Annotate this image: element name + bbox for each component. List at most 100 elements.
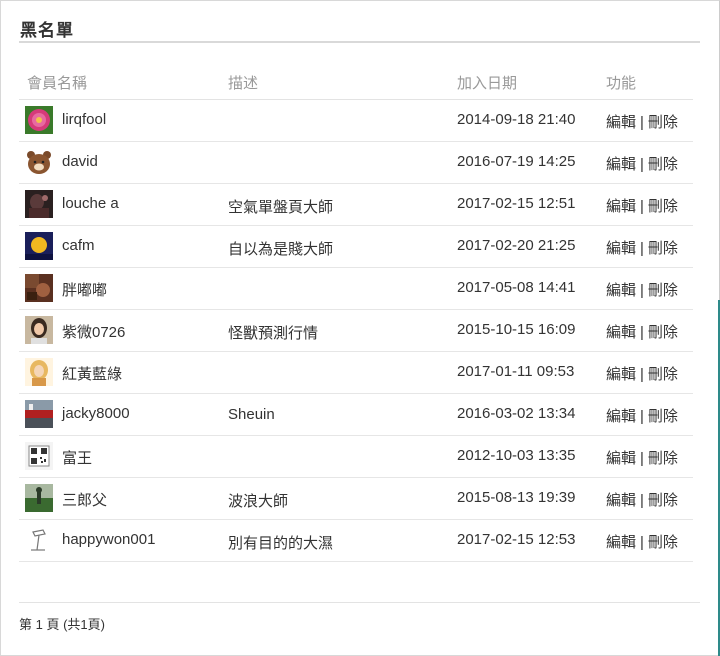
member-name[interactable]: 紅黃藍綠	[62, 363, 122, 384]
pagination-info: 第 1 頁 (共1頁)	[19, 617, 105, 632]
member-name[interactable]: david	[62, 153, 98, 170]
lamp-sketch-avatar[interactable]	[25, 526, 53, 554]
delete-link[interactable]: 刪除	[648, 492, 678, 509]
row-actions: 編輯 | 刪除	[606, 405, 678, 426]
join-date: 2017-05-08 14:41	[457, 279, 576, 296]
row-actions: 編輯 | 刪除	[606, 111, 678, 132]
table-row: louche a 空氣單盤頁大師 2017-02-15 12:51 編輯 | 刪除	[19, 184, 693, 226]
blonde-figure-avatar[interactable]	[25, 358, 53, 386]
member-name[interactable]: 紫微0726	[62, 321, 125, 342]
join-date: 2015-10-15 16:09	[457, 321, 576, 338]
red-street-avatar[interactable]	[25, 400, 53, 428]
action-separator: |	[640, 114, 644, 131]
action-separator: |	[640, 282, 644, 299]
row-actions: 編輯 | 刪除	[606, 447, 678, 468]
action-separator: |	[640, 534, 644, 551]
dark-photo-avatar[interactable]	[25, 190, 53, 218]
edit-link[interactable]: 編輯	[606, 114, 636, 131]
join-date: 2016-07-19 14:25	[457, 153, 576, 170]
night-moon-avatar[interactable]	[25, 232, 53, 260]
delete-link[interactable]: 刪除	[648, 198, 678, 215]
join-date: 2012-10-03 13:35	[457, 447, 576, 464]
table-row: david 2016-07-19 14:25 編輯 | 刪除	[19, 142, 693, 184]
row-actions: 編輯 | 刪除	[606, 153, 678, 174]
qrcode-avatar[interactable]	[25, 442, 53, 470]
action-separator: |	[640, 198, 644, 215]
header-join-date: 加入日期	[457, 75, 518, 92]
member-name[interactable]: louche a	[62, 195, 119, 212]
green-field-avatar[interactable]	[25, 484, 53, 512]
join-date: 2017-01-11 09:53	[457, 363, 575, 380]
delete-link[interactable]: 刪除	[648, 240, 678, 257]
pink-flower-avatar[interactable]	[25, 106, 53, 134]
delete-link[interactable]: 刪除	[648, 366, 678, 383]
header-description: 描述	[228, 75, 259, 92]
member-name[interactable]: 胖嘟嘟	[62, 279, 107, 300]
delete-link[interactable]: 刪除	[648, 534, 678, 551]
blacklist-table: lirqfool 2014-09-18 21:40 編輯 | 刪除 david 20…	[19, 100, 693, 562]
member-description: 別有目的的大濕	[228, 535, 334, 552]
table-row: 紫微0726 怪獸預測行情 2015-10-15 16:09 編輯 | 刪除	[19, 310, 693, 352]
member-name[interactable]: 三郎父	[62, 489, 107, 510]
delete-link[interactable]: 刪除	[648, 450, 678, 467]
member-description: 自以為是賤大師	[228, 241, 334, 258]
delete-link[interactable]: 刪除	[648, 156, 678, 173]
member-description: Sheuin	[228, 406, 275, 423]
row-actions: 編輯 | 刪除	[606, 531, 678, 552]
edit-link[interactable]: 編輯	[606, 240, 636, 257]
title-divider	[19, 41, 700, 43]
delete-link[interactable]: 刪除	[648, 408, 678, 425]
edit-link[interactable]: 編輯	[606, 198, 636, 215]
member-name[interactable]: cafm	[62, 237, 95, 254]
member-name[interactable]: happywon001	[62, 531, 155, 548]
edit-link[interactable]: 編輯	[606, 408, 636, 425]
action-separator: |	[640, 324, 644, 341]
member-name[interactable]: lirqfool	[62, 111, 106, 128]
edit-link[interactable]: 編輯	[606, 156, 636, 173]
table-header: 會員名稱 描述 加入日期 功能	[19, 62, 693, 100]
join-date: 2017-02-15 12:53	[457, 531, 576, 548]
table-row: 富王 2012-10-03 13:35 編輯 | 刪除	[19, 436, 693, 478]
member-description: 怪獸預測行情	[228, 325, 319, 342]
table-row: happywon001 別有目的的大濕 2017-02-15 12:53 編輯 |…	[19, 520, 693, 562]
edit-link[interactable]: 編輯	[606, 534, 636, 551]
action-separator: |	[640, 492, 644, 509]
header-actions: 功能	[606, 75, 637, 92]
join-date: 2015-08-13 19:39	[457, 489, 576, 506]
footer-divider	[19, 602, 700, 603]
delete-link[interactable]: 刪除	[648, 282, 678, 299]
edit-link[interactable]: 編輯	[606, 366, 636, 383]
row-actions: 編輯 | 刪除	[606, 237, 678, 258]
page-title: 黑名單	[20, 21, 74, 40]
action-separator: |	[640, 240, 644, 257]
table-row: cafm 自以為是賤大師 2017-02-20 21:25 編輯 | 刪除	[19, 226, 693, 268]
row-actions: 編輯 | 刪除	[606, 489, 678, 510]
member-description: 空氣單盤頁大師	[228, 199, 334, 216]
delete-link[interactable]: 刪除	[648, 324, 678, 341]
delete-link[interactable]: 刪除	[648, 114, 678, 131]
header-member-name: 會員名稱	[27, 75, 88, 92]
edit-link[interactable]: 編輯	[606, 282, 636, 299]
girl-photo-avatar[interactable]	[25, 316, 53, 344]
brown-photo-avatar[interactable]	[25, 274, 53, 302]
edit-link[interactable]: 編輯	[606, 324, 636, 341]
member-description: 波浪大師	[228, 493, 289, 510]
row-actions: 編輯 | 刪除	[606, 279, 678, 300]
join-date: 2017-02-15 12:51	[457, 195, 576, 212]
table-row: 胖嘟嘟 2017-05-08 14:41 編輯 | 刪除	[19, 268, 693, 310]
edit-link[interactable]: 編輯	[606, 492, 636, 509]
join-date: 2017-02-20 21:25	[457, 237, 576, 254]
action-separator: |	[640, 156, 644, 173]
brown-bear-avatar[interactable]	[25, 148, 53, 176]
table-row: lirqfool 2014-09-18 21:40 編輯 | 刪除	[19, 100, 693, 142]
row-actions: 編輯 | 刪除	[606, 195, 678, 216]
member-name[interactable]: jacky8000	[62, 405, 130, 422]
table-row: 紅黃藍綠 2017-01-11 09:53 編輯 | 刪除	[19, 352, 693, 394]
row-actions: 編輯 | 刪除	[606, 321, 678, 342]
join-date: 2016-03-02 13:34	[457, 405, 576, 422]
action-separator: |	[640, 408, 644, 425]
join-date: 2014-09-18 21:40	[457, 111, 576, 128]
edit-link[interactable]: 編輯	[606, 450, 636, 467]
member-name[interactable]: 富王	[62, 447, 92, 468]
action-separator: |	[640, 366, 644, 383]
